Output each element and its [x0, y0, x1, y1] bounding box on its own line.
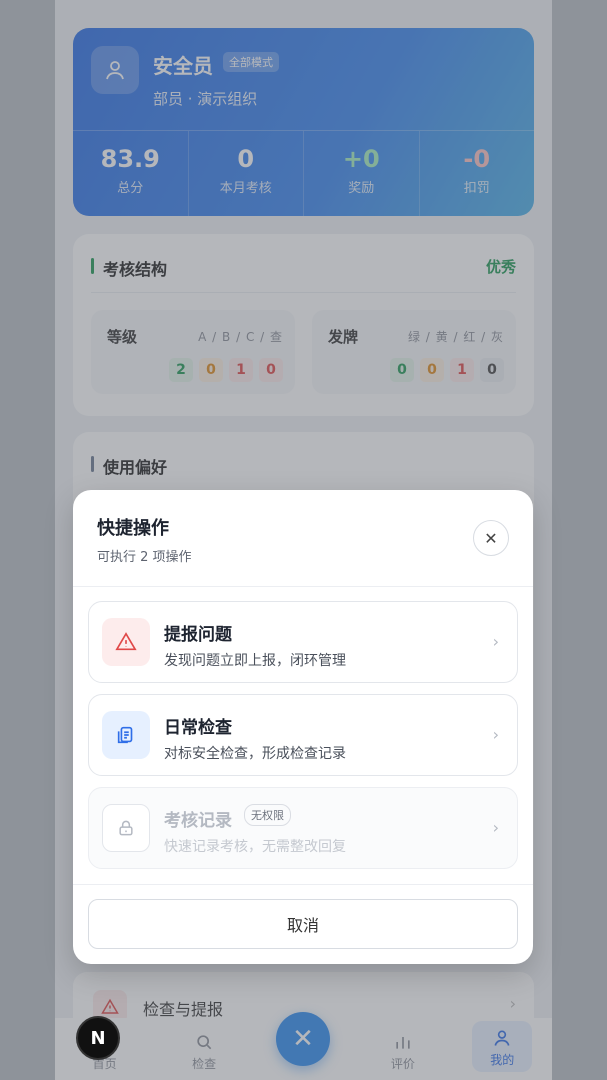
close-icon: ✕: [484, 528, 498, 548]
action-title: 提报问题: [164, 625, 232, 645]
chevron-right-icon: ›: [492, 632, 499, 651]
action-title: 考核记录: [164, 811, 232, 831]
modal-close-button[interactable]: ✕: [473, 520, 509, 556]
no-permission-badge: 无权限: [244, 804, 291, 826]
chevron-right-icon: ›: [492, 725, 499, 744]
cancel-button[interactable]: 取消: [88, 899, 518, 949]
modal-subtitle: 可执行 2 项操作: [97, 550, 192, 565]
n-logo-badge[interactable]: N: [76, 1016, 120, 1060]
divider: [73, 884, 533, 885]
action-desc: 快速记录考核，无需整改回复: [164, 839, 346, 855]
modal-title: 快捷操作: [97, 518, 169, 539]
action-daily-check[interactable]: 日常检查 对标安全检查，形成检查记录 ›: [88, 694, 518, 776]
action-report-issue[interactable]: 提报问题 发现问题立即上报，闭环管理 ›: [88, 601, 518, 683]
quick-actions-modal: 快捷操作 可执行 2 项操作 ✕ 提报问题 发现问题立即上报，闭环管理 › 日常…: [73, 490, 533, 964]
chevron-right-icon: ›: [492, 818, 499, 837]
action-desc: 对标安全检查，形成检查记录: [164, 746, 346, 762]
divider: [73, 586, 533, 587]
lock-icon: [102, 804, 150, 852]
action-title: 日常检查: [164, 718, 232, 738]
action-desc: 发现问题立即上报，闭环管理: [164, 653, 346, 669]
warning-icon: [102, 618, 150, 666]
action-assessment-record: 考核记录 无权限 快速记录考核，无需整改回复 ›: [88, 787, 518, 869]
clipboard-icon: [102, 711, 150, 759]
